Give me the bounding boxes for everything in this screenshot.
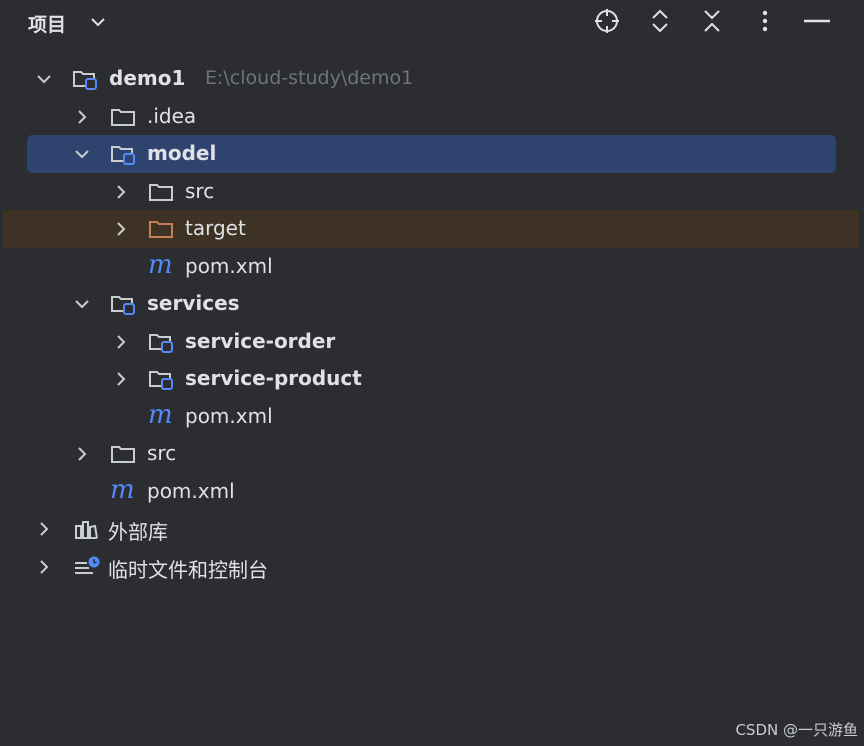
chevron-right-icon[interactable] [112,370,130,388]
locate-icon[interactable] [592,6,622,36]
tree-row-model[interactable]: model [0,135,864,173]
tree-label-root-pom: pom.xml [147,478,235,503]
project-tree: demo1 E:\cloud-study\demo1 .idea model s… [0,60,864,585]
maven-icon: m [110,474,135,505]
chevron-right-icon[interactable] [73,108,91,126]
maven-icon: m [148,249,173,280]
tree-label-services: services [147,291,240,315]
tree-row-service-order[interactable]: service-order [0,323,864,361]
chevron-down-icon[interactable] [89,13,107,35]
panel-header: 项目 [0,0,864,44]
tree-row-external-libraries[interactable]: 外部库 [0,510,864,548]
tree-label-idea: .idea [147,103,197,128]
tree-row-services-pom[interactable]: m pom.xml [0,398,864,436]
chevron-right-icon[interactable] [35,520,53,538]
tree-path-demo1: E:\cloud-study\demo1 [205,67,414,89]
module-folder-icon [148,368,173,390]
tree-label-scratches: 临时文件和控制台 [108,557,268,582]
tree-row-root-pom[interactable]: m pom.xml [0,473,864,511]
tree-label-model: model [147,141,217,165]
tree-label-external-libraries: 外部库 [108,520,168,544]
chevron-down-icon[interactable] [73,295,91,313]
folder-icon [110,106,135,128]
tree-row-services[interactable]: services [0,285,864,323]
chevron-down-icon[interactable] [35,70,53,88]
tree-label-src: src [147,441,177,465]
tree-row-model-target[interactable]: target [0,210,864,248]
watermark: CSDN @一只游鱼 [735,721,858,739]
expand-all-icon[interactable] [645,6,675,36]
module-folder-icon [148,331,173,353]
minimize-icon[interactable] [802,6,832,36]
maven-icon: m [148,399,173,430]
chevron-right-icon[interactable] [112,183,130,201]
module-folder-icon [110,143,135,165]
panel-title[interactable]: 项目 [28,10,66,37]
chevron-right-icon[interactable] [112,333,130,351]
chevron-down-icon[interactable] [73,145,91,163]
tree-label-model-src: src [185,178,215,203]
chevron-right-icon[interactable] [73,445,91,463]
tree-label-demo1: demo1 [109,66,186,90]
excluded-highlight [3,210,859,248]
tree-label-service-order: service-order [185,328,336,353]
chevron-right-icon[interactable] [35,558,53,576]
tree-row-model-pom[interactable]: m pom.xml [0,248,864,286]
tree-label-service-product: service-product [185,366,362,390]
scratches-icon [73,556,100,578]
tree-row-model-src[interactable]: src [0,173,864,211]
tree-row-idea[interactable]: .idea [0,98,864,136]
tree-row-src[interactable]: src [0,435,864,473]
folder-icon [148,181,173,203]
tree-label-model-target: target [185,216,246,240]
tree-row-demo1[interactable]: demo1 E:\cloud-study\demo1 [0,60,864,98]
folder-icon [110,443,135,465]
more-options-icon[interactable] [750,6,780,36]
chevron-right-icon[interactable] [112,220,130,238]
module-folder-icon [110,293,135,315]
tree-label-model-pom: pom.xml [185,253,273,278]
excluded-folder-icon [148,218,173,240]
module-folder-icon [72,68,97,90]
tree-row-service-product[interactable]: service-product [0,360,864,398]
tree-label-services-pom: pom.xml [185,403,273,428]
tree-row-scratches[interactable]: 临时文件和控制台 [0,548,864,586]
library-icon [73,518,98,540]
collapse-all-icon[interactable] [697,6,727,36]
